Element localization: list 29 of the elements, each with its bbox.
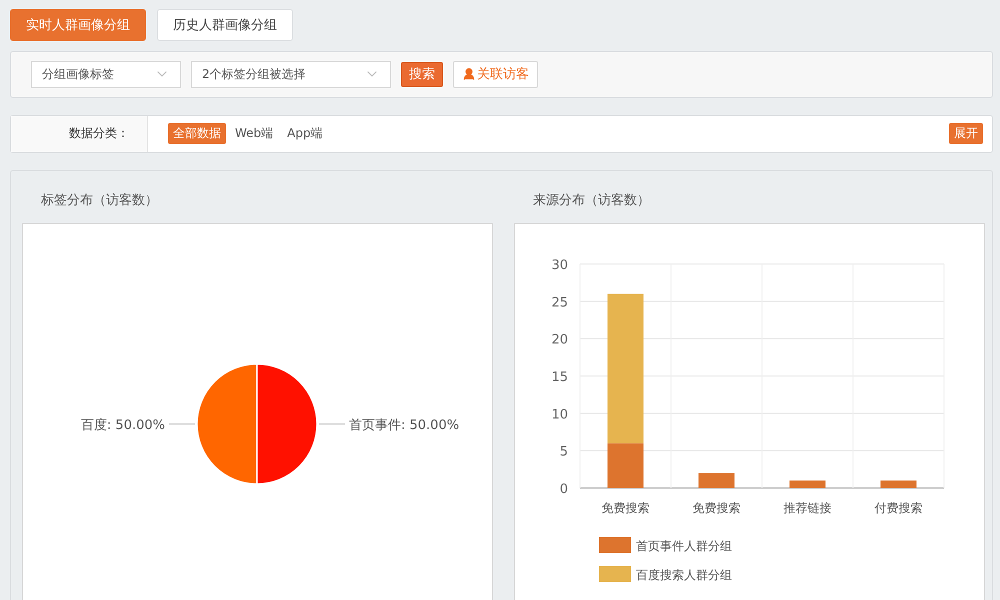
user-icon: [462, 67, 476, 82]
tab[interactable]: 历史人群画像分组: [157, 9, 293, 41]
bar: [880, 480, 916, 488]
bar: [790, 480, 826, 488]
axis-tick-label: 5: [560, 444, 568, 460]
dropdown[interactable]: 2个标签分组被选择: [191, 60, 391, 88]
axis-tick-label: 10: [551, 407, 568, 422]
category-option[interactable]: App端: [282, 123, 328, 144]
category-label: 付费搜索: [874, 501, 922, 515]
category-label: 数据分类：: [11, 116, 148, 152]
panel-title: 来源分布（访客数）: [532, 192, 651, 210]
axis-tick-label: 25: [551, 295, 568, 310]
bar: [698, 473, 734, 488]
axis-tick-label: 20: [551, 332, 568, 348]
slice-label: 首页事件: 50.00%: [349, 418, 460, 433]
axis-tick-label: 30: [551, 258, 568, 273]
dropdown-value: 分组画像标签: [42, 66, 114, 83]
legend-label: 百度搜索人群分组: [636, 568, 732, 582]
dropdown-value: 2个标签分组被选择: [202, 66, 306, 83]
category-label: 推荐链接: [784, 501, 832, 515]
category-option[interactable]: Web端: [230, 123, 278, 144]
axis-tick-label: 0: [560, 482, 568, 497]
axis-tick-label: 15: [551, 370, 568, 385]
category-label: 免费搜索: [602, 501, 650, 515]
panel-title: 标签分布（访客数）: [40, 192, 159, 210]
slice-label: 百度: 50.00%: [80, 418, 165, 433]
legend-label: 首页事件人群分组: [636, 539, 732, 553]
dropdown[interactable]: 分组画像标签: [31, 60, 181, 88]
category-label: 免费搜索: [692, 501, 740, 515]
